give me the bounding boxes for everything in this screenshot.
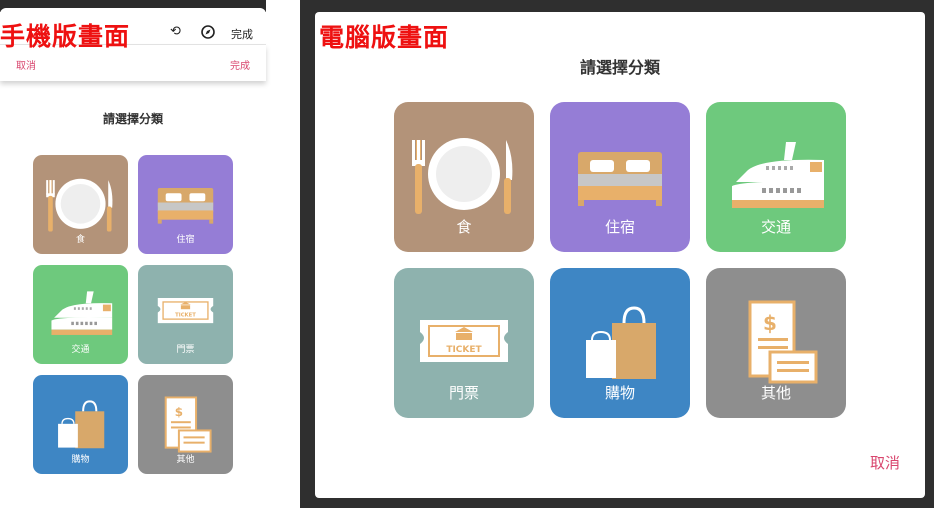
category-label: 交通 — [71, 345, 90, 355]
category-label: 食 — [456, 218, 472, 236]
done-button[interactable]: 完成 — [230, 57, 250, 72]
category-tile-shopping[interactable]: 購物 — [33, 375, 128, 474]
compass-icon[interactable] — [201, 25, 215, 42]
category-tile-food[interactable]: 食 — [33, 155, 128, 254]
category-label: 購物 — [71, 455, 90, 465]
category-label: 其他 — [176, 455, 195, 465]
ticket-text: TICKET — [175, 312, 196, 318]
category-tile-other[interactable]: $ 其他 — [706, 268, 846, 418]
dialog-title: 請選擇分類 — [579, 58, 660, 77]
category-tile-transport[interactable]: 交通 — [706, 102, 846, 252]
category-label: 交通 — [760, 218, 791, 236]
dollar-sign: $ — [175, 405, 183, 419]
category-dialog: 請選擇分類 食 住宿 交通 TICKET 門票 購物 $ 其他 取消 — [315, 12, 925, 498]
undo-icon[interactable]: ⟲ — [170, 25, 181, 38]
mobile-view-label: 手機版畫面 — [0, 22, 131, 51]
toolbar-done-button[interactable]: 完成 — [231, 26, 253, 42]
category-label: 住宿 — [604, 218, 635, 236]
category-tile-lodging[interactable]: 住宿 — [138, 155, 233, 254]
cancel-button[interactable]: 取消 — [16, 57, 36, 72]
category-label: 住宿 — [176, 235, 195, 245]
desktop-view-label: 電腦版畫面 — [319, 23, 450, 52]
mobile-screen: ⟲ 完成 取消 完成 請選擇分類 食 住宿 交通 TICKET 門票 購物 $ … — [0, 0, 280, 508]
category-tile-tickets[interactable]: TICKET 門票 — [138, 265, 233, 364]
page-title: 請選擇分類 — [102, 112, 163, 126]
category-tile-lodging[interactable]: 住宿 — [550, 102, 690, 252]
category-tile-tickets[interactable]: TICKET 門票 — [394, 268, 534, 418]
dollar-sign: $ — [763, 311, 777, 335]
category-label: 門票 — [176, 345, 195, 355]
cancel-button[interactable]: 取消 — [870, 452, 900, 473]
category-label: 食 — [75, 235, 85, 245]
ticket-text: TICKET — [446, 345, 482, 355]
category-tile-transport[interactable]: 交通 — [33, 265, 128, 364]
category-label: 購物 — [604, 384, 635, 402]
category-tile-food[interactable]: 食 — [394, 102, 534, 252]
category-tile-shopping[interactable]: 購物 — [550, 268, 690, 418]
category-label: 其他 — [760, 384, 791, 402]
category-tile-other[interactable]: $ 其他 — [138, 375, 233, 474]
category-label: 門票 — [448, 384, 479, 402]
